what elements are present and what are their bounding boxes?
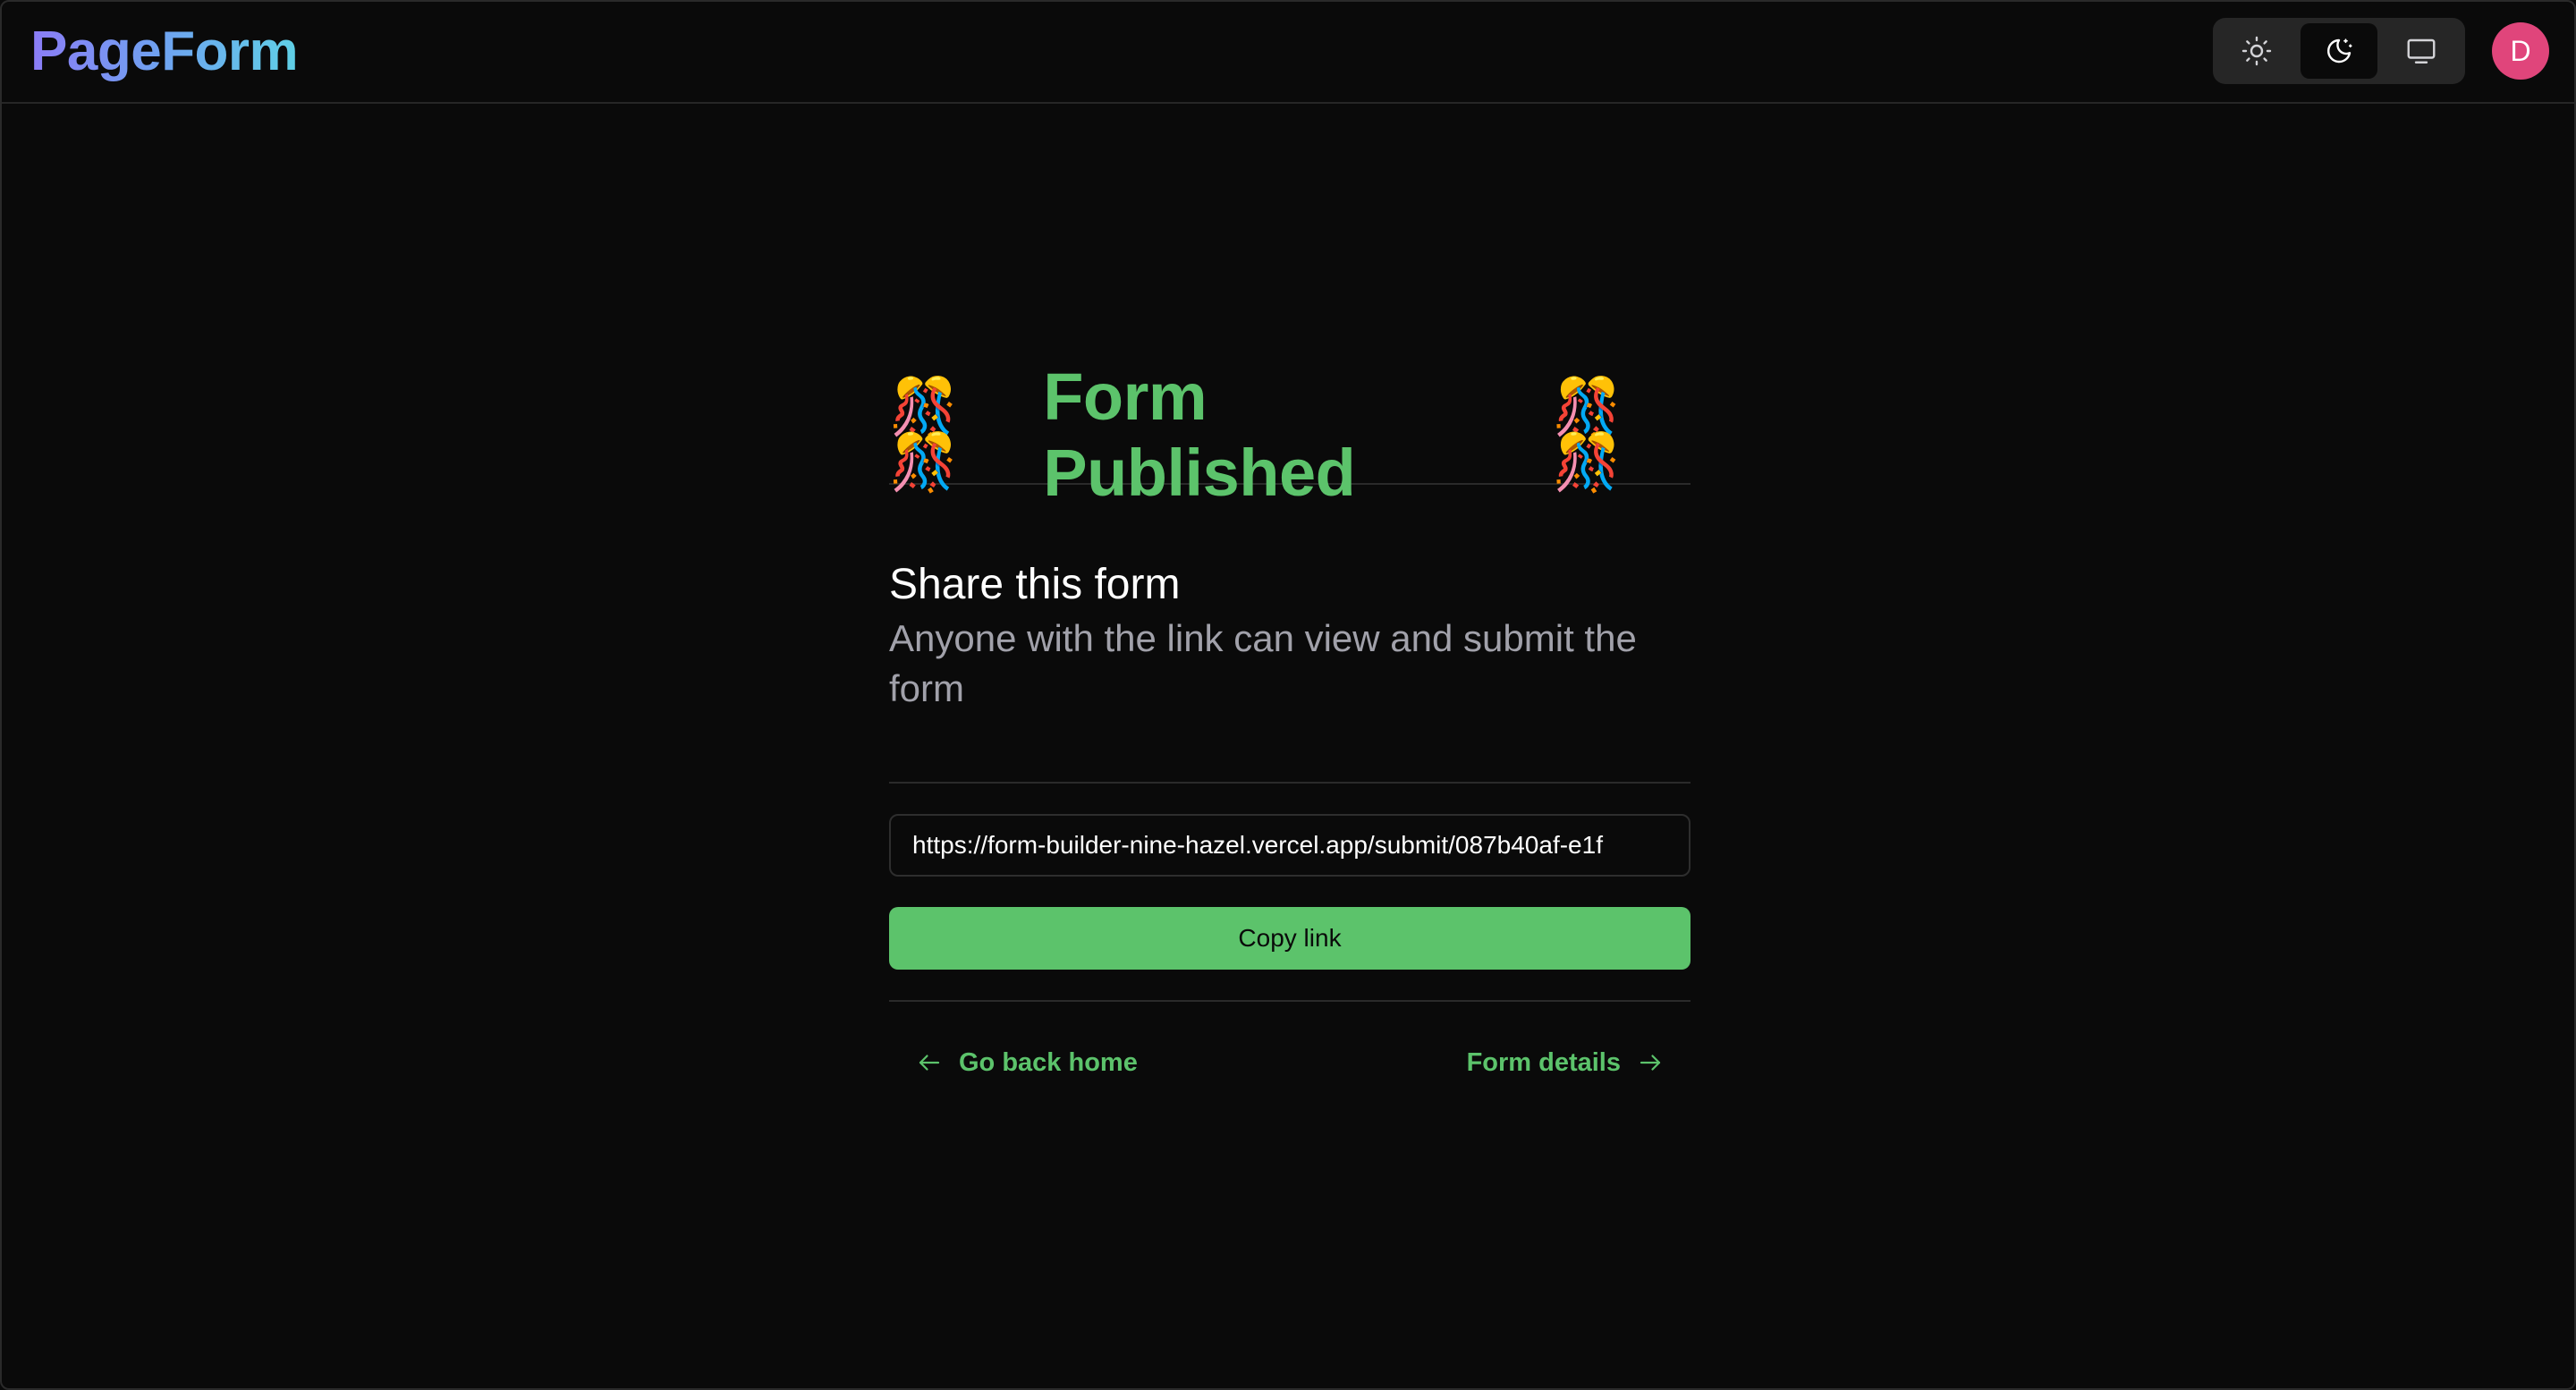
share-section: Share this form Anyone with the link can…: [889, 485, 1690, 784]
form-details-label: Form details: [1466, 1047, 1621, 1077]
monitor-icon: [2407, 38, 2436, 64]
confetti-ball-icon-left: 🎊🎊: [889, 374, 959, 495]
top-navbar: PageForm D: [2, 2, 2574, 104]
publish-panel: 🎊🎊 Form Published 🎊🎊 Share this form Any…: [889, 360, 1690, 1123]
theme-switcher: [2213, 18, 2465, 84]
footer-navigation: Go back home Form details: [889, 1002, 1690, 1123]
share-title: Share this form: [889, 561, 1181, 608]
arrow-left-icon: [919, 1055, 940, 1071]
copy-link-button[interactable]: Copy link: [889, 907, 1690, 970]
moon-icon: [2327, 38, 2352, 64]
user-avatar[interactable]: D: [2492, 22, 2549, 80]
pageform-logo[interactable]: PageForm: [30, 16, 299, 88]
arrow-right-icon: [1640, 1055, 1661, 1071]
published-heading: 🎊🎊 Form Published 🎊🎊: [889, 360, 1690, 510]
dark-theme-button[interactable]: [2301, 23, 2377, 79]
form-details-link[interactable]: Form details: [1467, 1048, 1664, 1078]
sun-icon: [2241, 36, 2272, 66]
app-window: PageForm D 🎊🎊 Form Published 🎊🎊 Share th…: [0, 0, 2576, 1390]
light-theme-button[interactable]: [2218, 23, 2295, 79]
link-section: Copy link: [889, 784, 1690, 1002]
page-title: Form Published: [1043, 360, 1356, 510]
confetti-ball-icon-right: 🎊🎊: [1552, 374, 1622, 495]
go-back-home-link[interactable]: Go back home: [916, 1048, 1138, 1078]
go-back-home-label: Go back home: [959, 1047, 1138, 1077]
share-description: Anyone with the link can view and submit…: [889, 617, 1637, 709]
system-theme-button[interactable]: [2383, 23, 2460, 79]
share-link-input[interactable]: [889, 814, 1690, 877]
